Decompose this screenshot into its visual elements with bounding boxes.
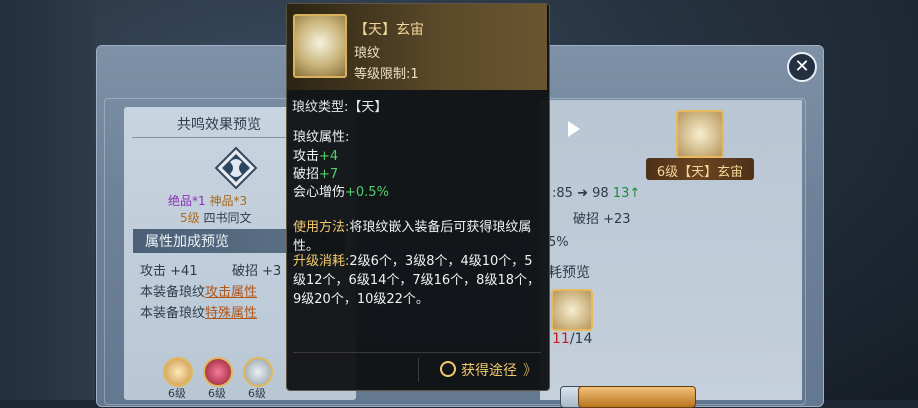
play-arrow-icon [568,121,580,137]
tooltip-gem-category: 琅纹类型:【天】 [292,100,388,115]
obtain-source-button[interactable]: 获得途径》 [440,360,537,380]
consume-gem-icon[interactable] [551,289,593,331]
red-gem-icon[interactable] [203,357,233,387]
tooltip-attack: 攻击+4 [293,147,338,166]
stat-delta: 13 [612,186,630,201]
tooltip-attr-title: 琅纹属性: [293,130,350,145]
tooltip-upgrade-cost: 升级消耗:2级6个，3级8个，4级10个，5级12个，6级14个，7级16个，8… [293,252,543,309]
gem-slot-level: 6级 [208,387,226,400]
tooltip-crit: 会心增伤+0.5% [293,183,389,202]
quality-a: 绝品*1 [168,194,206,208]
resonance-level-number: 5级 [180,211,200,225]
tooltip-usage: 使用方法:将琅纹嵌入装备后可获得琅纹属性。 [293,218,543,256]
equip-row-label: 本装备琅纹 [140,285,206,300]
equip-special-row: 本装备琅纹特殊属性 [140,302,257,321]
resonance-level-name: 四书同文 [203,211,252,225]
consume-count: 11/14 [552,331,592,347]
break-label: 破招 [232,264,259,279]
attack-label: 攻击 [140,264,167,279]
resonance-emblem-icon[interactable] [212,146,260,190]
tooltip-crit-label: 会心增伤 [293,185,346,200]
target-gem-icon[interactable] [676,110,724,158]
special-attr-link[interactable]: 特殊属性 [205,306,257,321]
break-bonus: 破招 +3 [232,260,281,279]
tooltip-separator [418,358,419,382]
upgrade-section [540,100,802,400]
consume-have: 11 [552,331,570,347]
gold-gem-icon[interactable] [163,357,193,387]
equip-row-label: 本装备琅纹 [140,306,206,321]
compass-icon [440,361,456,377]
attack-attr-link[interactable]: 攻击属性 [205,285,257,300]
tooltip-break: 破招+7 [293,165,338,184]
resonance-level: 5级 四书同文 [180,209,251,226]
tooltip-level-limit: 等级限制:1 [354,67,419,82]
quality-b: 神品*3 [209,194,248,208]
gem-slot-level: 6级 [168,387,186,400]
consume-title: 耗预览 [548,265,590,281]
background-strip [0,0,95,400]
tooltip-break-value: +7 [319,167,339,182]
break-compare: 破招 +23 [573,212,631,227]
break-value: +3 [262,264,282,279]
silver-gem-icon[interactable] [243,357,273,387]
double-chevron-icon: 》 [523,363,537,379]
tooltip-gem-icon [293,14,347,78]
equip-attack-row: 本装备琅纹攻击属性 [140,281,257,300]
tooltip-crit-value: +0.5% [345,185,389,200]
tooltip-upgrade-label: 升级消耗: [293,254,350,269]
tooltip-usage-label: 使用方法: [293,220,350,235]
stat-from: :85 [552,186,573,201]
upgrade-button[interactable] [578,386,696,408]
percent-compare: 5% [548,235,569,250]
arrow-right-icon: ➜ [577,186,588,201]
consume-need: /14 [569,331,593,347]
tooltip-attack-value: +4 [319,149,339,164]
close-button[interactable]: ✕ [787,52,817,82]
obtain-label: 获得途径 [461,363,517,379]
tooltip-divider [293,352,541,353]
attr-preview-title: 属性加成预览 [145,234,229,250]
stat-compare: :85 ➜ 98 13↑ [552,186,640,201]
tooltip-attack-label: 攻击 [293,149,320,164]
tooltip-break-label: 破招 [293,167,320,182]
attack-value: +41 [170,264,198,279]
tooltip-gem-name: 【天】玄宙 [354,22,424,38]
tooltip-gem-type: 琅纹 [354,46,381,61]
close-icon: ✕ [794,56,810,77]
stat-to: 98 [592,186,609,201]
target-gem-name: 6级【天】玄宙 [656,165,744,180]
attack-bonus: 攻击 +41 [140,260,198,279]
gem-slot-level: 6级 [248,387,266,400]
arrow-up-icon: ↑ [629,186,641,201]
